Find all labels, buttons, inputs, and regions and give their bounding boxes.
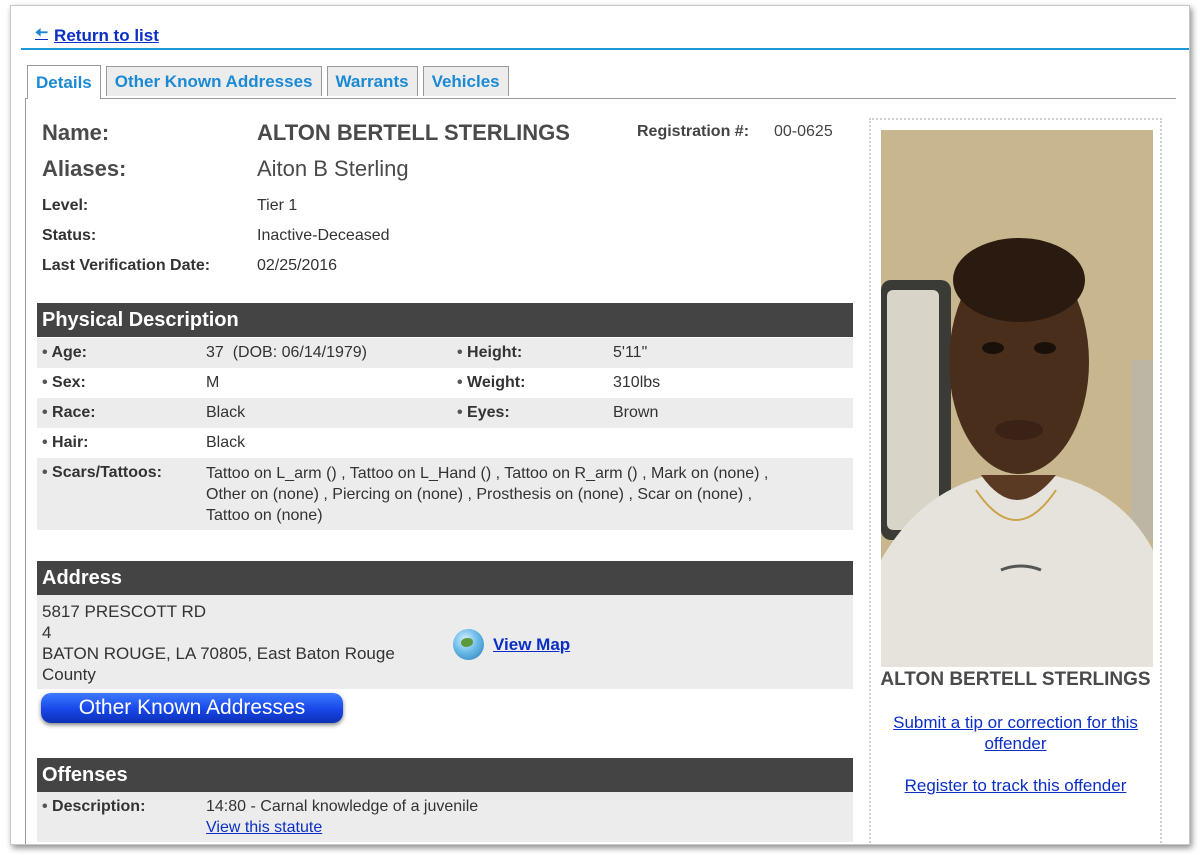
weight-label-cell: • Weight:	[457, 374, 526, 391]
level-label: Level:	[42, 197, 89, 214]
tab-vehicles[interactable]: Vehicles	[422, 66, 509, 96]
arrow-left-icon: 🠤	[35, 25, 49, 42]
race-value: Black	[206, 404, 246, 421]
scars-line-3: Tattoo on (none)	[206, 507, 323, 524]
tab-warrants[interactable]: Warrants	[326, 66, 418, 96]
submit-tip-line-2[interactable]: offender	[871, 733, 1160, 754]
address-line-4: County	[42, 665, 96, 684]
scars-label: Scars/Tattoos:	[52, 464, 162, 481]
hair-label-cell: • Hair:	[42, 434, 89, 451]
age-value: 37 (DOB: 06/14/1979)	[206, 344, 367, 361]
eyes-label: Eyes:	[467, 404, 510, 421]
sex-label: Sex:	[52, 374, 86, 391]
height-label: Height:	[467, 344, 523, 361]
address-box: 5817 PRESCOTT RD 4 BATON ROUGE, LA 70805…	[37, 595, 853, 689]
tab-bar: Details Other Known Addresses Warrants V…	[27, 65, 509, 99]
age-label: Age:	[51, 344, 88, 361]
physical-row-race: • Race: Black • Eyes: Brown	[37, 398, 853, 428]
offense-row: • Description: 14:80 - Carnal knowledge …	[37, 792, 853, 842]
registration-number: 00-0625	[774, 123, 833, 140]
photo-image	[881, 130, 1153, 667]
level-value: Tier 1	[257, 197, 298, 214]
scars-line-2: Other on (none) , Piercing on (none) , P…	[206, 486, 753, 503]
page-frame: 🠤 Return to list Details Other Known Add…	[10, 5, 1190, 845]
address-header: Address	[37, 561, 853, 595]
address-line-2: 4	[42, 623, 52, 642]
return-label: Return to list	[54, 25, 159, 45]
aliases-label: Aliases:	[42, 156, 127, 181]
race-label-cell: • Race:	[42, 404, 96, 421]
description-label-cell: • Description:	[42, 798, 146, 815]
address-line-1: 5817 PRESCOTT RD	[42, 602, 207, 621]
globe-icon[interactable]	[453, 629, 484, 660]
physical-row-sex: • Sex: M • Weight: 310lbs	[37, 368, 853, 398]
age-label-cell: • Age:	[42, 344, 88, 361]
weight-label: Weight:	[467, 374, 526, 391]
height-value: 5'11"	[613, 344, 648, 361]
view-map-label[interactable]: View Map	[493, 635, 570, 655]
tab-details[interactable]: Details	[27, 65, 101, 99]
race-label: Race:	[52, 404, 96, 421]
weight-value: 310lbs	[613, 374, 661, 391]
view-map-link[interactable]: View Map	[453, 629, 570, 660]
top-bar: 🠤 Return to list	[21, 6, 1189, 50]
status-value: Inactive-Deceased	[257, 227, 390, 244]
return-to-list-link[interactable]: 🠤 Return to list	[35, 22, 159, 49]
offenses-header: Offenses	[37, 758, 853, 792]
name-label: Name:	[42, 120, 110, 145]
scars-value: Tattoo on L_arm () , Tattoo on L_Hand ()…	[206, 463, 768, 526]
height-label-cell: • Height:	[457, 344, 523, 361]
photo-caption-name: ALTON BERTELL STERLINGS	[880, 669, 1151, 690]
sex-label-cell: • Sex:	[42, 374, 86, 391]
registration-label: Registration #:	[637, 123, 750, 140]
status-label: Status:	[42, 227, 97, 244]
physical-row-hair: • Hair: Black	[37, 428, 853, 458]
other-known-addresses-button[interactable]: Other Known Addresses	[41, 693, 343, 723]
address-line-3: BATON ROUGE, LA 70805, East Baton Rouge	[42, 644, 395, 663]
sex-value: M	[206, 374, 220, 391]
scars-line-1: Tattoo on L_arm () , Tattoo on L_Hand ()…	[206, 465, 769, 482]
submit-tip-link[interactable]: Submit a tip or correction for this offe…	[871, 712, 1160, 754]
hair-label: Hair:	[52, 434, 89, 451]
description-label: Description:	[52, 798, 146, 815]
offense-description: 14:80 - Carnal knowledge of a juvenile	[206, 798, 479, 815]
physical-row-age: • Age: 37 (DOB: 06/14/1979) • Height: 5'…	[37, 338, 853, 368]
hair-value: Black	[206, 434, 246, 451]
verification-label: Last Verification Date:	[42, 257, 211, 274]
offender-photo	[881, 130, 1153, 667]
verification-date: 02/25/2016	[257, 257, 338, 274]
offender-name: ALTON BERTELL STERLINGS	[257, 120, 570, 145]
physical-description-header: Physical Description	[37, 303, 853, 337]
register-track-link[interactable]: Register to track this offender	[871, 775, 1160, 796]
tab-other-known-addresses[interactable]: Other Known Addresses	[105, 66, 322, 96]
address-lines: 5817 PRESCOTT RD 4 BATON ROUGE, LA 70805…	[42, 601, 442, 685]
scars-label-cell: • Scars/Tattoos:	[42, 464, 162, 481]
view-statute-link[interactable]: View this statute	[206, 819, 322, 837]
photo-sidebar: ALTON BERTELL STERLINGS Submit a tip or …	[869, 118, 1162, 844]
submit-tip-line-1[interactable]: Submit a tip or correction for this	[871, 712, 1160, 733]
aliases-value: Aiton B Sterling	[257, 156, 409, 181]
eyes-label-cell: • Eyes:	[457, 404, 510, 421]
physical-row-scars: • Scars/Tattoos: Tattoo on L_arm () , Ta…	[37, 458, 853, 530]
eyes-value: Brown	[613, 404, 659, 421]
